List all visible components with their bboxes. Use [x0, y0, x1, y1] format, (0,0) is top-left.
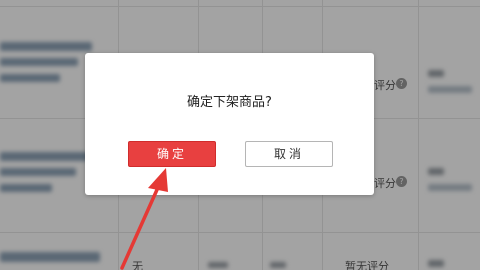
- cancel-button[interactable]: 取消: [245, 141, 333, 167]
- dialog-message: 确定下架商品?: [187, 95, 272, 110]
- confirm-button[interactable]: 确定: [128, 141, 216, 167]
- confirm-dialog: 确定下架商品? 确定 取消: [85, 53, 374, 195]
